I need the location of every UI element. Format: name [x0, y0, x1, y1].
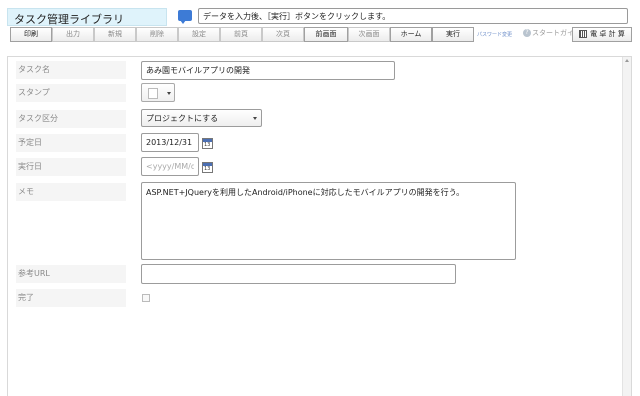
speech-bubble-icon — [178, 10, 192, 24]
app-title: タスク管理ライブラリ — [7, 8, 167, 26]
done-date-input[interactable] — [141, 157, 199, 176]
calendar-icon[interactable]: 13 — [202, 138, 213, 149]
home-button[interactable]: ホーム — [390, 27, 432, 42]
memo-label: メモ — [16, 183, 126, 201]
vertical-scrollbar[interactable] — [622, 57, 631, 396]
due-date-label: 予定日 — [16, 134, 126, 152]
chevron-down-icon — [167, 92, 171, 95]
print-button[interactable]: 印刷 — [10, 27, 52, 42]
task-type-value: プロジェクトにする — [146, 114, 219, 123]
question-icon: ? — [523, 29, 531, 37]
change-password-link[interactable]: パスワード変更 — [477, 31, 512, 38]
message-bar: データを入力後、［実行］ボタンをクリックします。 — [198, 8, 628, 24]
chevron-down-icon — [253, 117, 257, 120]
done-date-label: 実行日 — [16, 158, 126, 176]
settings-button[interactable]: 設定 — [178, 27, 220, 42]
stamp-dropdown[interactable] — [141, 83, 175, 102]
reference-url-label: 参考URL — [16, 265, 126, 283]
memo-textarea[interactable]: ASP.NET+JQueryを利用したAndroid/iPhoneに対応したモバ… — [141, 182, 516, 260]
new-button[interactable]: 新規 — [94, 27, 136, 42]
task-type-select[interactable]: プロジェクトにする — [141, 109, 262, 127]
prev-screen-button[interactable]: 前画面 — [304, 27, 348, 42]
complete-checkbox[interactable] — [142, 294, 150, 302]
scroll-up-arrow-icon[interactable] — [625, 59, 629, 62]
stamp-label: スタンプ — [16, 84, 126, 102]
complete-label: 完了 — [16, 289, 126, 307]
prev-page-button[interactable]: 前頁 — [220, 27, 262, 42]
next-screen-button[interactable]: 次画面 — [348, 27, 390, 42]
calendar-icon-day: 13 — [204, 166, 211, 172]
due-date-input[interactable] — [141, 133, 199, 152]
task-name-input[interactable] — [141, 61, 395, 80]
toolbar: 印刷 出力 新規 削除 設定 前頁 次頁 前画面 次画面 ホーム 実行 パスワー… — [6, 27, 632, 43]
task-name-label: タスク名 — [16, 61, 126, 79]
execute-button[interactable]: 実行 — [432, 27, 474, 42]
delete-button[interactable]: 削除 — [136, 27, 178, 42]
calendar-icon[interactable]: 13 — [202, 162, 213, 173]
calculator-button[interactable]: 電 卓 計 算 — [572, 27, 632, 42]
next-page-button[interactable]: 次頁 — [262, 27, 304, 42]
stamp-square-icon — [148, 88, 158, 99]
calendar-icon-day: 13 — [204, 142, 211, 148]
reference-url-input[interactable] — [141, 264, 456, 284]
task-type-label: タスク区分 — [16, 110, 126, 128]
export-button[interactable]: 出力 — [52, 27, 94, 42]
calculator-label: 電 卓 計 算 — [590, 30, 625, 38]
calculator-icon — [579, 30, 588, 38]
